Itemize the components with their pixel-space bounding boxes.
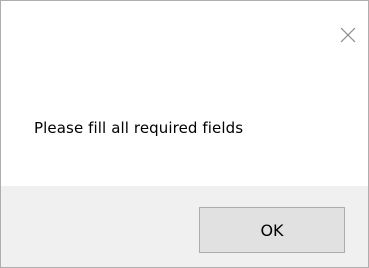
dialog-footer: OK (1, 186, 368, 267)
dialog-message: Please fill all required fields (34, 119, 244, 137)
message-dialog: Please fill all required fields OK (0, 0, 369, 268)
ok-button[interactable]: OK (199, 207, 345, 253)
close-icon (340, 27, 356, 43)
close-button[interactable] (330, 17, 366, 53)
dialog-content: Please fill all required fields (1, 1, 368, 186)
